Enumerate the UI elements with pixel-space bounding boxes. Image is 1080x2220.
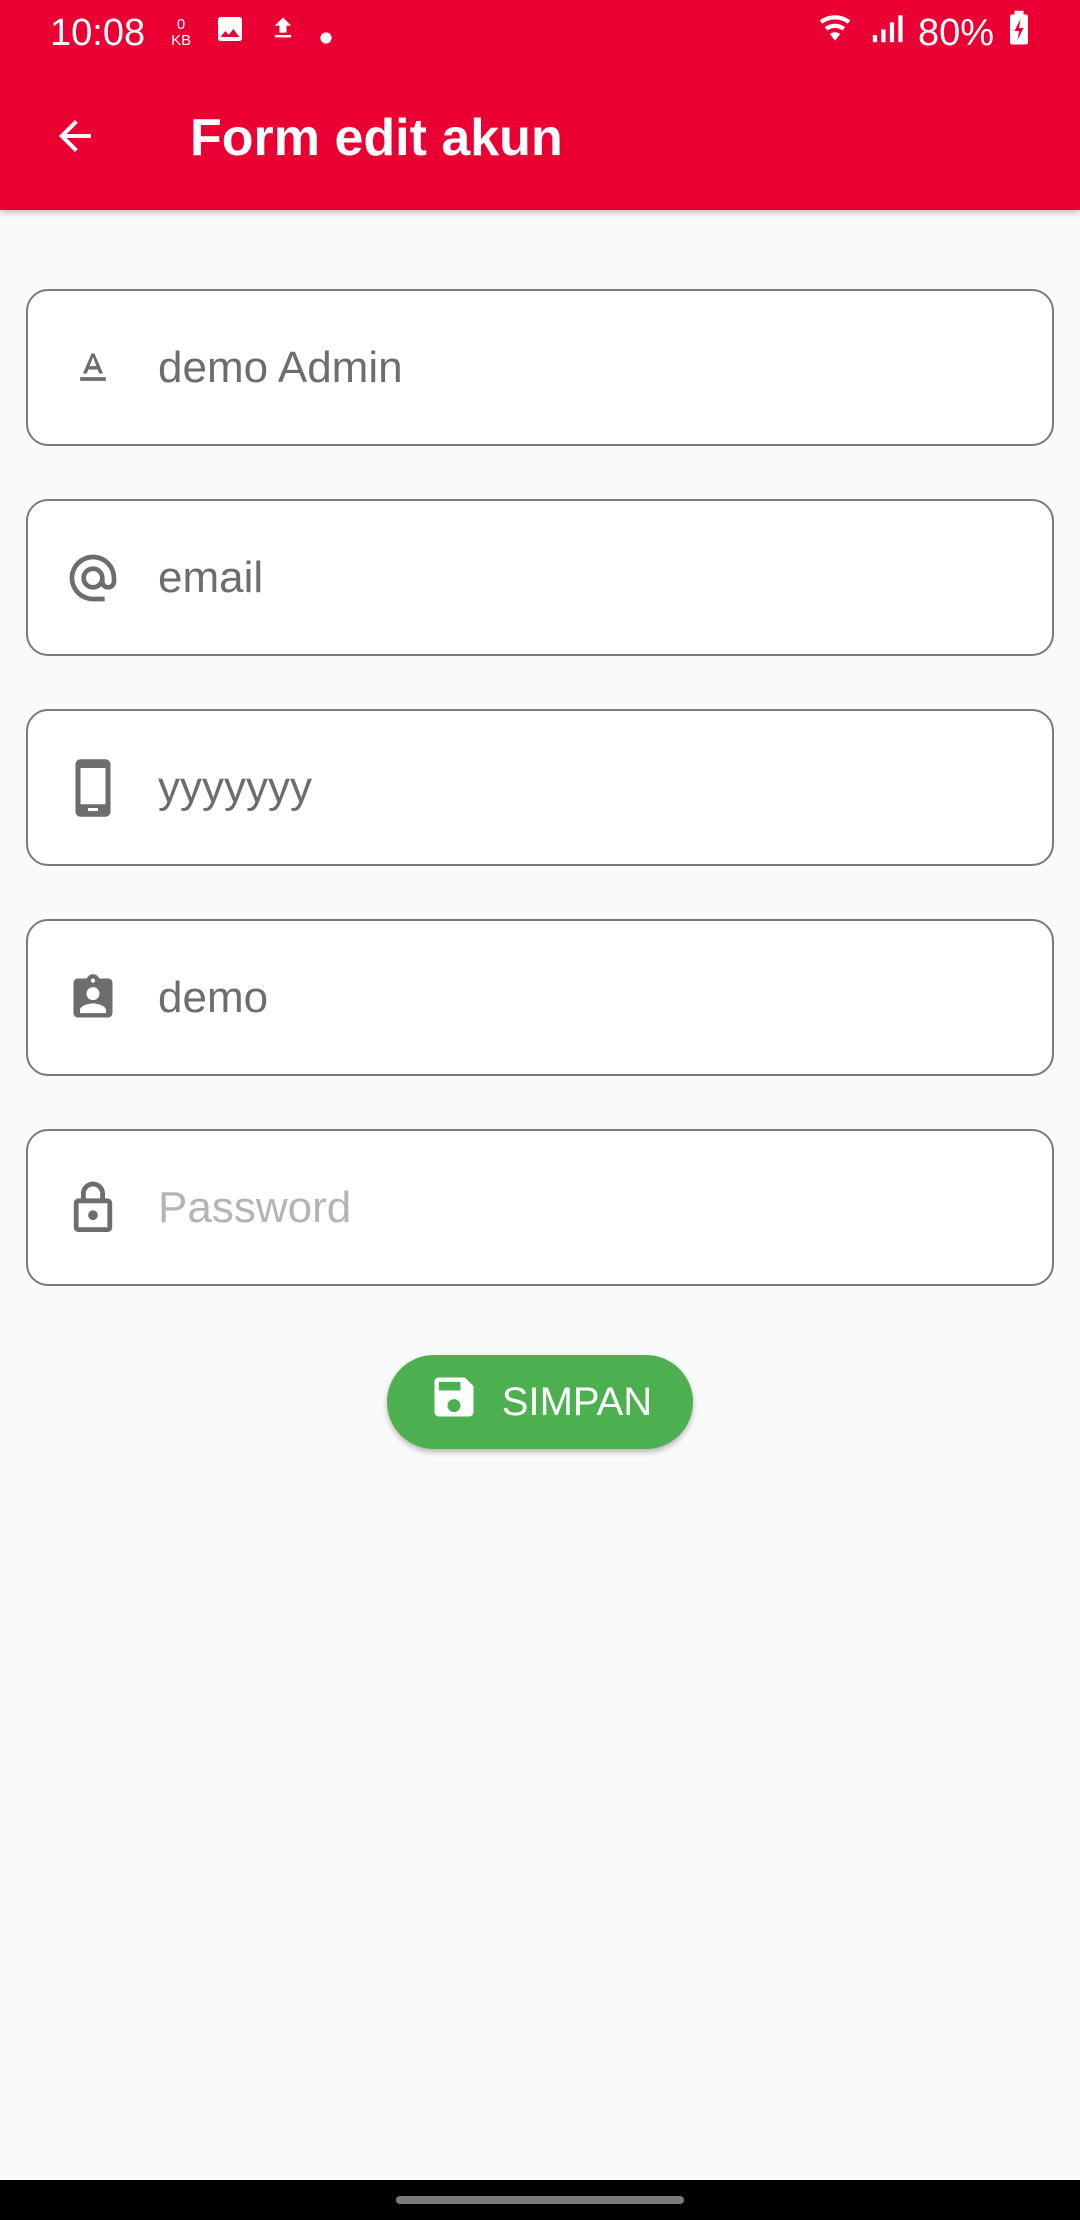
- battery-charging-icon: [1008, 10, 1030, 56]
- dot-icon: [319, 12, 333, 55]
- navigation-bar: [0, 2180, 1080, 2220]
- at-icon: [28, 501, 158, 654]
- status-bar: 10:08 0 KB 80%: [0, 0, 1080, 66]
- kb-value: 0: [176, 16, 186, 33]
- name-input[interactable]: [158, 291, 1052, 444]
- lock-icon: [28, 1131, 158, 1284]
- page-title: Form edit akun: [190, 109, 563, 167]
- gallery-icon: [213, 12, 247, 55]
- username-field-container: [26, 919, 1054, 1076]
- signal-icon: [870, 11, 904, 55]
- battery-percent: 80%: [917, 11, 994, 54]
- status-time: 10:08: [50, 11, 146, 54]
- upload-icon: [269, 11, 297, 55]
- save-button-label: SIMPAN: [501, 1379, 653, 1424]
- name-field-container: [26, 289, 1054, 446]
- data-speed-indicator: 0 KB: [171, 17, 191, 49]
- email-input[interactable]: [158, 501, 1052, 654]
- email-field-container: [26, 499, 1054, 656]
- password-input[interactable]: [158, 1131, 1052, 1284]
- save-button-wrapper: SIMPAN: [0, 1355, 1080, 1449]
- password-field-container: [26, 1129, 1054, 1286]
- badge-icon: [28, 921, 158, 1074]
- save-icon: [428, 1371, 480, 1433]
- app-bar: Form edit akun: [0, 66, 1080, 210]
- arrow-back-icon: [51, 112, 99, 165]
- phone-field-container: [26, 709, 1054, 866]
- kb-unit: KB: [171, 32, 192, 49]
- edit-account-form: [26, 289, 1054, 1339]
- home-gesture-handle[interactable]: [396, 2196, 684, 2204]
- back-button[interactable]: [0, 66, 150, 210]
- phone-icon: [28, 711, 158, 864]
- wifi-icon: [814, 11, 856, 55]
- text-format-icon: [28, 291, 158, 444]
- username-input[interactable]: [158, 921, 1052, 1074]
- save-button[interactable]: SIMPAN: [387, 1355, 693, 1449]
- phone-input[interactable]: [158, 711, 1052, 864]
